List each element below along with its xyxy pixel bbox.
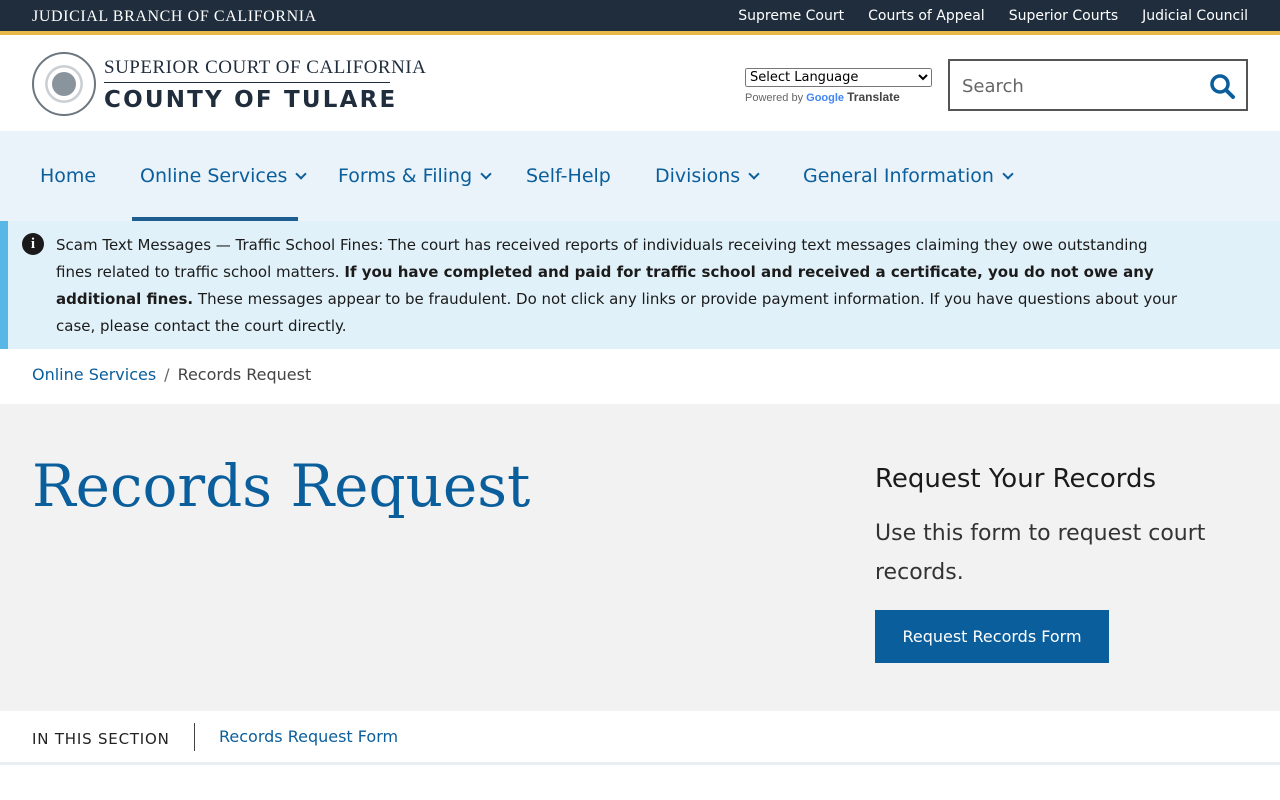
- request-records-panel: Request Your Records Use this form to re…: [875, 464, 1235, 663]
- alert-text-2: These messages appear to be fraudulent. …: [56, 290, 1178, 335]
- panel-title: Request Your Records: [875, 464, 1157, 494]
- page-title: Records Request: [32, 452, 531, 520]
- google-translate-widget: Select Language Powered by Google Transl…: [745, 68, 932, 104]
- top-bar: JUDICIAL BRANCH OF CALIFORNIA Supreme Co…: [0, 0, 1280, 35]
- chevron-down-icon: [295, 167, 308, 180]
- alert-title: Scam Text Messages — Traffic School Fine…: [56, 236, 384, 254]
- logo-divider: [104, 82, 390, 83]
- search-box: [948, 59, 1248, 111]
- chevron-down-icon: [748, 167, 760, 180]
- breadcrumb-separator: /: [164, 365, 170, 384]
- site-header: SUPERIOR COURT OF CALIFORNIA COUNTY OF T…: [0, 39, 1280, 131]
- nav-divisions[interactable]: Divisions: [655, 131, 760, 221]
- alert-text: Scam Text Messages — Traffic School Fine…: [56, 232, 1186, 340]
- top-link-courts-of-appeal[interactable]: Courts of Appeal: [868, 8, 985, 24]
- nav-self-help[interactable]: Self-Help: [526, 131, 611, 221]
- court-name-line1[interactable]: SUPERIOR COURT OF CALIFORNIA: [104, 57, 426, 79]
- in-this-section-label: IN THIS SECTION: [32, 730, 170, 748]
- panel-text: Use this form to request court records.: [875, 521, 1206, 585]
- search-icon[interactable]: [1208, 72, 1236, 100]
- nav-forms-filing[interactable]: Forms & Filing: [338, 131, 492, 221]
- main-nav: Home Online Services Forms & Filing Self…: [0, 131, 1280, 221]
- breadcrumb-current: Records Request: [177, 365, 312, 384]
- nav-general-information[interactable]: General Information: [803, 131, 1014, 221]
- judicial-branch-brand[interactable]: JUDICIAL BRANCH OF CALIFORNIA: [32, 8, 317, 26]
- court-seal-icon[interactable]: [32, 52, 96, 116]
- powered-by-google: Powered by Google Translate: [745, 90, 900, 104]
- in-this-section: IN THIS SECTION Records Request Form: [0, 711, 1280, 765]
- google-logo[interactable]: Google: [806, 92, 844, 104]
- info-icon: i: [22, 233, 44, 255]
- nav-online-services[interactable]: Online Services: [140, 131, 308, 221]
- top-link-judicial-council[interactable]: Judicial Council: [1142, 8, 1248, 24]
- breadcrumb-online-services[interactable]: Online Services: [32, 365, 156, 384]
- top-link-superior-courts[interactable]: Superior Courts: [1009, 8, 1118, 24]
- language-select[interactable]: Select Language: [745, 68, 932, 87]
- search-input[interactable]: [962, 73, 1202, 99]
- court-name-line2[interactable]: COUNTY OF TULARE: [104, 87, 397, 113]
- nav-home[interactable]: Home: [40, 131, 96, 221]
- section-link-records-request-form[interactable]: Records Request Form: [219, 727, 398, 746]
- chevron-down-icon: [1002, 167, 1014, 180]
- top-link-supreme-court[interactable]: Supreme Court: [738, 8, 844, 24]
- translate-link[interactable]: Translate: [847, 90, 900, 104]
- page-hero: Records Request Request Your Records Use…: [0, 404, 1280, 711]
- section-divider: [194, 723, 195, 751]
- scam-alert-banner: i Scam Text Messages — Traffic School Fi…: [0, 221, 1280, 349]
- breadcrumb: Online Services / Records Request: [32, 365, 311, 384]
- chevron-down-icon: [480, 167, 492, 180]
- request-records-form-button[interactable]: Request Records Form: [875, 610, 1109, 663]
- top-links: Supreme Court Courts of Appeal Superior …: [738, 8, 1248, 24]
